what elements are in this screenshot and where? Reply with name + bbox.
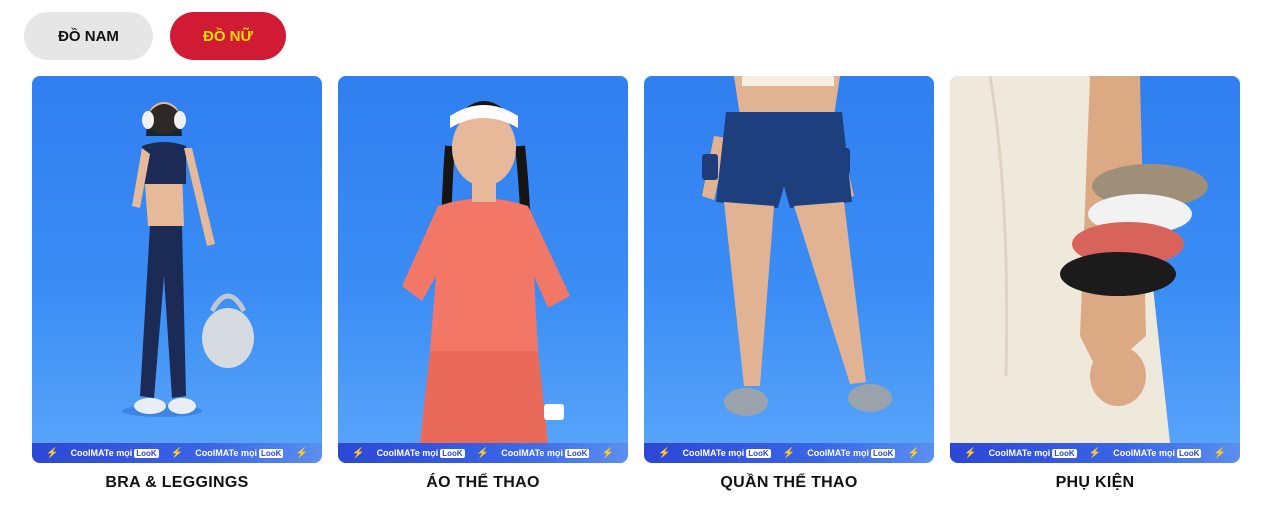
- lightning-icon: ⚡: [352, 447, 365, 459]
- ticker-brand: CoolMATe mọi: [195, 448, 257, 458]
- category-label[interactable]: ÁO THỂ THAO: [338, 474, 628, 492]
- ticker-badge: LooK: [564, 448, 590, 458]
- promo-ticker: ⚡ CoolMATe mọi LooK ⚡ CoolMATe mọi LooK ⚡: [338, 443, 628, 463]
- ticker-badge: LooK: [1052, 448, 1077, 458]
- lightning-icon: ⚡: [476, 447, 490, 459]
- lightning-icon: ⚡: [295, 447, 308, 459]
- tab-men[interactable]: ĐỒ NAM: [24, 12, 153, 60]
- model-illustration: [122, 102, 254, 417]
- ticker-badge: LooK: [746, 448, 771, 458]
- ticker-brand: CoolMATe mọi: [807, 448, 869, 458]
- model-illustration: [950, 76, 1208, 443]
- lightning-icon: ⚡: [601, 447, 614, 459]
- lightning-icon: ⚡: [1213, 447, 1226, 459]
- ticker-brand: CoolMATe mọi: [1113, 448, 1175, 458]
- category-card-accessories[interactable]: ⚡ CoolMATe mọi LooK ⚡ CoolMATe mọi LooK ⚡ …: [950, 76, 1240, 492]
- lightning-icon: ⚡: [170, 447, 184, 459]
- ticker-badge: LooK: [870, 448, 896, 458]
- ticker-badge: LooK: [134, 448, 159, 458]
- ticker-brand: CoolMATe mọi: [682, 448, 745, 458]
- promo-ticker: ⚡ CoolMATe mọi LooK ⚡ CoolMATe mọi LooK ⚡: [32, 443, 322, 463]
- model-illustration: [402, 101, 570, 443]
- category-card-sports-tee[interactable]: ⚡ CoolMATe mọi LooK ⚡ CoolMATe mọi LooK ⚡ …: [338, 76, 628, 492]
- model-illustration: [702, 76, 892, 416]
- category-label[interactable]: BRA & LEGGINGS: [32, 474, 322, 492]
- ticker-brand: CoolMATe mọi: [988, 448, 1051, 458]
- ticker-brand: CoolMATe mọi: [70, 448, 133, 458]
- lightning-icon: ⚡: [46, 447, 59, 459]
- lightning-icon: ⚡: [964, 447, 977, 459]
- tab-women[interactable]: ĐỒ NỮ: [170, 12, 286, 60]
- ticker-brand: CoolMATe mọi: [501, 448, 563, 458]
- promo-ticker: ⚡ CoolMATe mọi LooK ⚡ CoolMATe mọi LooK ⚡: [950, 443, 1240, 463]
- category-image[interactable]: ⚡ CoolMATe mọi LooK ⚡ CoolMATe mọi LooK ⚡: [338, 76, 628, 463]
- ticker-badge: LooK: [258, 448, 284, 458]
- lightning-icon: ⚡: [1088, 447, 1102, 459]
- lightning-icon: ⚡: [782, 447, 796, 459]
- category-cards: ⚡ CoolMATe mọi LooK ⚡ CoolMATe mọi LooK ⚡ …: [32, 76, 1240, 492]
- category-label[interactable]: QUẦN THỂ THAO: [644, 474, 934, 492]
- category-card-sports-shorts[interactable]: ⚡ CoolMATe mọi LooK ⚡ CoolMATe mọi LooK ⚡ …: [644, 76, 934, 492]
- lightning-icon: ⚡: [907, 447, 920, 459]
- lightning-icon: ⚡: [658, 447, 671, 459]
- promo-ticker: ⚡ CoolMATe mọi LooK ⚡ CoolMATe mọi LooK ⚡: [644, 443, 934, 463]
- category-image[interactable]: ⚡ CoolMATe mọi LooK ⚡ CoolMATe mọi LooK ⚡: [644, 76, 934, 463]
- ticker-badge: LooK: [1176, 448, 1202, 458]
- category-image[interactable]: ⚡ CoolMATe mọi LooK ⚡ CoolMATe mọi LooK ⚡: [950, 76, 1240, 463]
- category-label[interactable]: PHỤ KIỆN: [950, 474, 1240, 492]
- ticker-badge: LooK: [440, 448, 465, 458]
- category-image[interactable]: ⚡ CoolMATe mọi LooK ⚡ CoolMATe mọi LooK ⚡: [32, 76, 322, 463]
- ticker-brand: CoolMATe mọi: [376, 448, 439, 458]
- category-card-bra-leggings[interactable]: ⚡ CoolMATe mọi LooK ⚡ CoolMATe mọi LooK ⚡ …: [32, 76, 322, 492]
- gender-tabs: ĐỒ NAM ĐỒ NỮ: [24, 12, 286, 60]
